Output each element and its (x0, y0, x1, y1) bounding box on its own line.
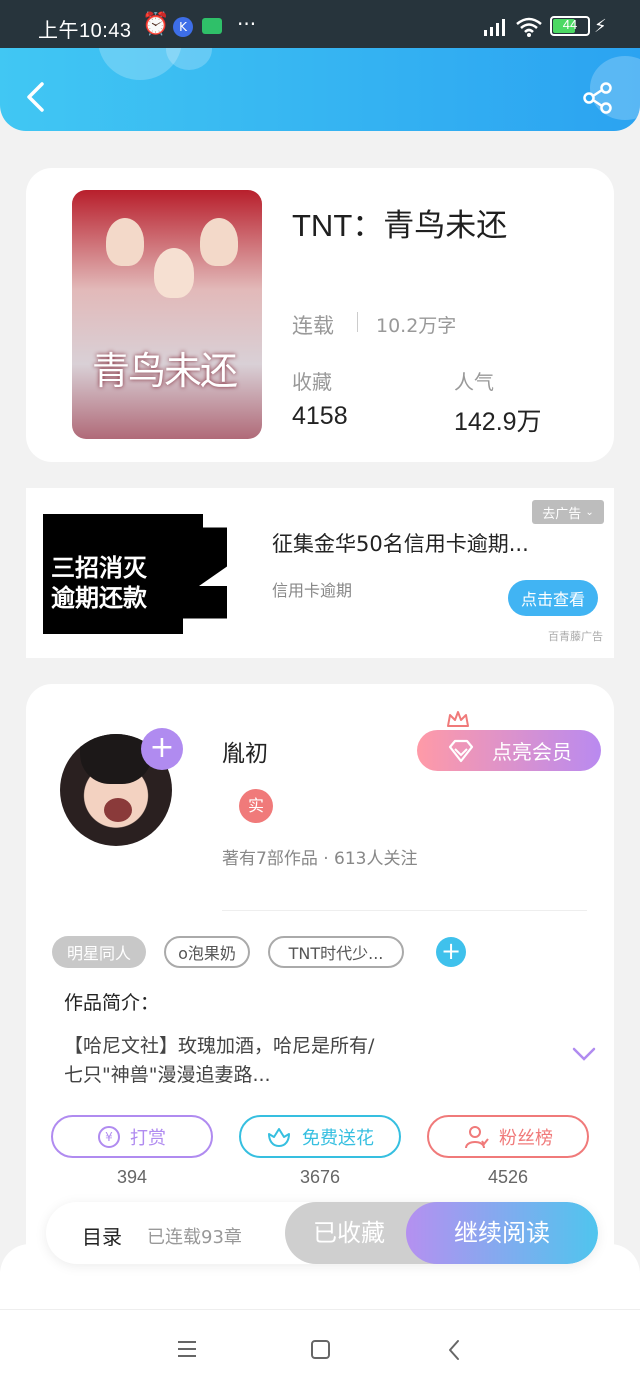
book-title: TNT：青鸟未还 (292, 208, 508, 243)
verified-badge: 实 (239, 789, 273, 823)
system-nav-bar (0, 1309, 640, 1387)
intro-label: 作品简介： (64, 992, 160, 1014)
author-name[interactable]: 胤初 (222, 734, 268, 768)
expand-intro-button[interactable] (572, 1046, 596, 1066)
bottom-action-bar: 目录 已连载93章 已收藏 继续阅读 (46, 1202, 598, 1264)
charging-icon: ⚡ (594, 16, 607, 37)
status-time: 上午10:43 (38, 20, 132, 42)
fans-ranking-button[interactable]: 粉丝榜 (427, 1115, 589, 1158)
book-status: 连载 (292, 314, 334, 338)
fans-count: 4526 (487, 1167, 529, 1187)
menu-button[interactable] (176, 1339, 198, 1363)
favorites-label: 收藏 (292, 370, 332, 394)
share-icon (583, 82, 612, 114)
yen-icon: ¥ (98, 1125, 120, 1148)
ad-image-line2: 逾期还款 (51, 584, 147, 612)
wifi-icon (515, 16, 543, 42)
vip-button[interactable]: 点亮会员 (417, 730, 601, 771)
flower-icon (268, 1127, 290, 1147)
home-button[interactable] (310, 1339, 332, 1365)
follow-plus-icon[interactable]: + (141, 728, 183, 770)
intro-text-line1: 【哈尼文社】玫瑰加酒，哈尼是所有/ (64, 1035, 375, 1057)
reward-button[interactable]: ¥ 打赏 (51, 1115, 213, 1158)
add-tag-button[interactable]: + (436, 937, 466, 967)
chevron-down-icon (572, 1047, 596, 1061)
home-square-icon (311, 1340, 330, 1359)
status-bar: 上午10:43 ⏰ K ··· 44 ⚡ (0, 0, 640, 48)
chapter-count: 已连载93章 (147, 1227, 242, 1248)
more-notifications: ··· (237, 12, 257, 36)
system-back-button[interactable] (446, 1338, 462, 1366)
tag-item[interactable]: 明星同人 (52, 936, 146, 968)
popularity-label: 人气 (454, 370, 494, 394)
header-banner: 上午10:43 ⏰ K ··· 44 ⚡ (0, 0, 640, 131)
author-stats: 著有7部作品 · 613人关注 (222, 849, 418, 869)
diamond-icon (448, 739, 474, 762)
ad-image[interactable]: 三招消灭 逾期还款 (43, 514, 253, 634)
back-button[interactable] (22, 80, 52, 114)
battery-icon: 44 (550, 16, 590, 36)
fans-label: 粉丝榜 (499, 1127, 553, 1149)
flower-label: 免费送花 (302, 1127, 374, 1149)
chevron-left-icon (27, 82, 44, 112)
ad-cta-button[interactable]: 点击查看 (508, 580, 598, 616)
ad-subtitle: 信用卡逾期 (272, 581, 353, 600)
favorites-value: 4158 (292, 402, 348, 430)
divider (357, 312, 358, 332)
send-flower-button[interactable]: 免费送花 (239, 1115, 401, 1158)
ad-source: 百青藤广告 (548, 630, 603, 643)
chevron-down-icon: ⌄ (585, 506, 594, 518)
word-count: 10.2万字 (376, 315, 457, 337)
continue-reading-button[interactable]: 继续阅读 (406, 1202, 598, 1264)
toc-button[interactable]: 目录 (82, 1221, 122, 1250)
ad-banner[interactable]: 三招消灭 逾期还款 征集金华50名信用卡逾期... 信用卡逾期 去广告 ⌄ 点击… (26, 488, 614, 658)
cover-title: 青鸟未还 (92, 349, 238, 393)
video-app-icon (202, 18, 222, 34)
tag-item[interactable]: o泡果奶 (164, 936, 250, 968)
ad-title: 征集金华50名信用卡逾期... (272, 532, 529, 556)
reward-count: 394 (116, 1167, 148, 1187)
book-cover[interactable]: 青鸟未还 (72, 190, 262, 439)
signal-icon (482, 18, 508, 40)
vip-label: 点亮会员 (492, 740, 572, 764)
alarm-icon: ⏰ (142, 12, 170, 37)
chevron-left-icon (449, 1340, 459, 1360)
flower-count: 3676 (299, 1167, 341, 1187)
menu-icon (178, 1341, 196, 1357)
popularity-value: 142.9万 (454, 408, 542, 436)
remove-ad-label: 去广告 (542, 506, 582, 522)
share-button[interactable] (582, 82, 616, 114)
user-icon (465, 1125, 489, 1148)
tag-item[interactable]: TNT时代少... (268, 936, 404, 968)
intro-text-line2: 七只"神兽"漫漫追妻路... (64, 1064, 271, 1086)
reward-label: 打赏 (130, 1127, 166, 1149)
app-k-icon: K (173, 17, 193, 37)
divider (222, 910, 587, 911)
battery-level: 44 (562, 17, 578, 32)
remove-ad-button[interactable]: 去广告 ⌄ (532, 500, 604, 524)
